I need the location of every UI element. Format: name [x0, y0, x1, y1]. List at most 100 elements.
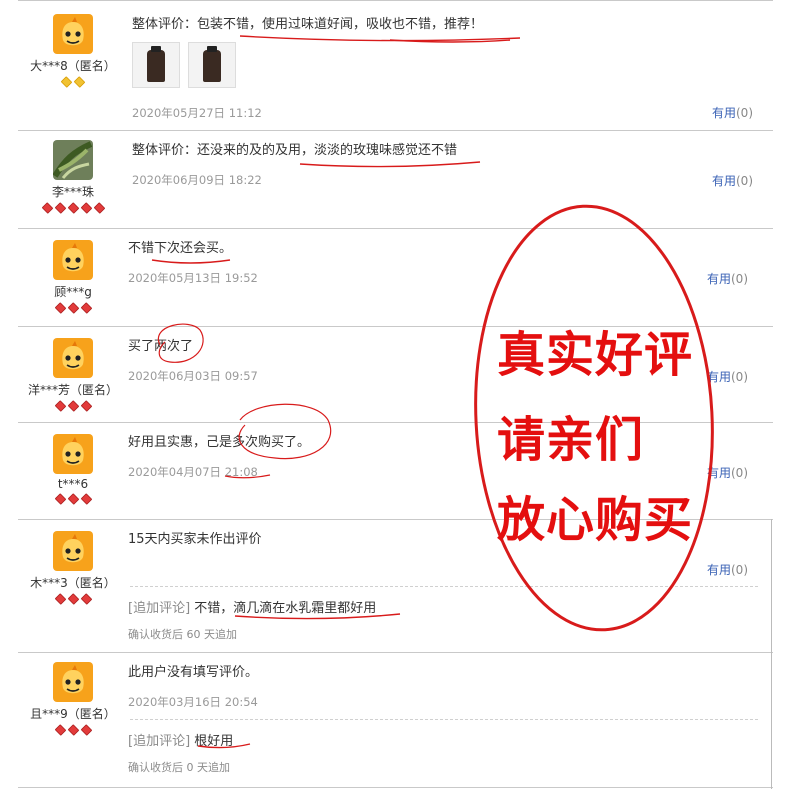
red-heart-icon [80, 400, 92, 412]
red-heart-icon [67, 724, 79, 736]
append-date: 确认收货后 0 天追加 [128, 761, 230, 774]
review-item: 大***8（匿名） 整体评价：包装不错，使用过味道好闻，吸收也不错，推荐！ 20… [18, 0, 773, 131]
username: 大***8（匿名） [30, 59, 116, 73]
append-tag: [追加评论] [128, 734, 191, 749]
append-tag: [追加评论] [128, 601, 191, 616]
append-review: [追加评论] 根好用 [128, 730, 233, 749]
useful-count: (0) [731, 272, 748, 286]
red-heart-icon [67, 400, 79, 412]
red-heart-icon [67, 302, 79, 314]
reviewer-info: 洋***芳（匿名） [18, 338, 128, 415]
member-badges [18, 302, 128, 317]
useful-count: (0) [731, 466, 748, 480]
member-badges [18, 400, 128, 415]
review-item: 且***9（匿名） 此用户没有填写评价。 2020年03月16日 20:54 [… [18, 652, 773, 788]
promo-line: 请亲们 [497, 412, 645, 468]
useful-button[interactable]: 有用(0) [707, 368, 748, 385]
red-heart-icon [41, 202, 53, 214]
review-photo[interactable] [132, 42, 180, 88]
red-heart-icon [54, 724, 66, 736]
gold-diamond-icon [60, 76, 73, 88]
review-text: 不错下次还会买。 [128, 241, 233, 256]
review-item: 李***珠 整体评价：还没来的及的及用，淡淡的玫瑰味感觉还不错 2020年06月… [18, 130, 773, 229]
useful-label: 有用 [706, 272, 731, 286]
review-date: 2020年05月13日 19:52 [128, 271, 258, 285]
red-heart-icon [67, 202, 79, 214]
useful-button[interactable]: 有用(0) [712, 172, 753, 189]
reviewer-info: 且***9（匿名） [18, 662, 128, 739]
username: 且***9（匿名） [30, 707, 116, 721]
reviewer-info: 顾***g [18, 240, 128, 317]
red-heart-icon [93, 202, 105, 214]
member-badges [18, 76, 128, 91]
red-heart-icon [54, 202, 66, 214]
useful-count: (0) [731, 563, 748, 577]
useful-count: (0) [731, 370, 748, 384]
avatar[interactable] [53, 240, 93, 280]
avatar[interactable] [53, 338, 93, 378]
red-heart-icon [80, 493, 92, 505]
member-badges [18, 202, 128, 217]
useful-label: 有用 [706, 466, 731, 480]
append-divider [130, 586, 758, 587]
member-badges [18, 724, 128, 739]
red-heart-icon [67, 493, 79, 505]
red-heart-icon [80, 202, 92, 214]
red-heart-icon [54, 302, 66, 314]
useful-button[interactable]: 有用(0) [707, 270, 748, 287]
review-date: 2020年05月27日 11:12 [132, 106, 262, 120]
useful-button[interactable]: 有用(0) [707, 464, 748, 481]
useful-label: 有用 [706, 563, 731, 577]
avatar[interactable] [53, 531, 93, 571]
member-badges [18, 493, 128, 508]
avatar[interactable] [53, 662, 93, 702]
avatar[interactable] [53, 14, 93, 54]
review-text: 整体评价：包装不错，使用过味道好闻，吸收也不错，推荐！ [132, 17, 484, 32]
promo-line: 放心购买 [497, 492, 694, 548]
useful-count: (0) [736, 106, 753, 120]
review-date: 2020年04月07日 21:08 [128, 465, 258, 479]
append-review: [追加评论] 不错，滴几滴在水乳霜里都好用 [128, 597, 376, 616]
gold-diamond-icon [73, 76, 86, 88]
review-item: 顾***g 不错下次还会买。 2020年05月13日 19:52 有用(0) [18, 228, 773, 327]
member-badges [18, 593, 128, 608]
red-heart-icon [80, 302, 92, 314]
reviewer-info: t***6 [18, 434, 128, 508]
username: t***6 [57, 477, 89, 491]
review-photos [132, 42, 773, 88]
red-heart-icon [54, 493, 66, 505]
useful-count: (0) [736, 174, 753, 188]
promo-line: 真实好评 [497, 327, 694, 383]
useful-button[interactable]: 有用(0) [707, 561, 748, 578]
append-text: 不错，滴几滴在水乳霜里都好用 [194, 601, 377, 616]
reviewer-info: 大***8（匿名） [18, 14, 128, 91]
useful-label: 有用 [706, 370, 731, 384]
append-text: 根好用 [194, 734, 234, 749]
username: 洋***芳（匿名） [27, 383, 118, 397]
red-heart-icon [54, 400, 66, 412]
review-text: 整体评价：还没来的及的及用，淡淡的玫瑰味感觉还不错 [132, 143, 458, 158]
append-divider [130, 719, 758, 720]
useful-label: 有用 [711, 174, 736, 188]
panel-border [771, 519, 772, 789]
red-heart-icon [80, 724, 92, 736]
useful-label: 有用 [711, 106, 736, 120]
reviewer-info: 木***3（匿名） [18, 531, 128, 608]
avatar[interactable] [53, 140, 93, 180]
username: 木***3（匿名） [30, 576, 116, 590]
red-heart-icon [80, 593, 92, 605]
review-date: 2020年06月09日 18:22 [132, 173, 262, 187]
avatar[interactable] [53, 434, 93, 474]
review-photo[interactable] [188, 42, 236, 88]
username: 李***珠 [51, 185, 94, 199]
reviewer-info: 李***珠 [18, 140, 128, 217]
append-date: 确认收货后 60 天追加 [128, 628, 237, 641]
review-date: 2020年03月16日 20:54 [128, 695, 258, 709]
username: 顾***g [54, 285, 92, 299]
red-heart-icon [54, 593, 66, 605]
useful-button[interactable]: 有用(0) [712, 104, 753, 121]
review-list: 大***8（匿名） 整体评价：包装不错，使用过味道好闻，吸收也不错，推荐！ 20… [18, 0, 773, 794]
review-text: 好用且实惠，己是多次购买了。 [128, 435, 311, 450]
review-text: 此用户没有填写评价。 [128, 665, 259, 680]
red-heart-icon [67, 593, 79, 605]
